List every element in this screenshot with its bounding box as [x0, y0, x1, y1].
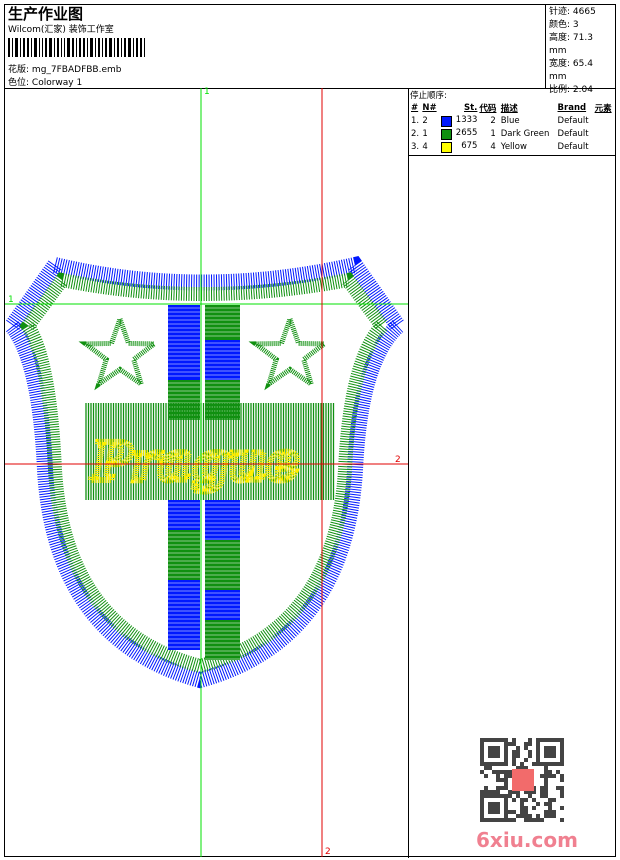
guide-label-green-h: 1: [8, 295, 14, 305]
guide-label-red-h: 2: [395, 455, 401, 465]
cross-stripe: [205, 380, 240, 420]
cross-stripe: [205, 540, 240, 590]
cross-stripe: [205, 305, 240, 340]
guide-label-red-v: 2: [325, 847, 331, 857]
star-right: [248, 311, 332, 391]
watermark-stamp: [512, 769, 534, 791]
cross-stripe: [168, 530, 200, 580]
design-text: Prague: [90, 432, 299, 493]
design-canvas: Prague: [1, 88, 409, 857]
guide-label-green-v: 1: [204, 87, 210, 97]
embroidery-design: Prague: [1, 255, 409, 689]
cross-stripe: [205, 620, 240, 660]
cross-stripe: [205, 500, 240, 540]
watermark-logo: 6xiu.com: [476, 828, 578, 852]
star-left: [78, 311, 162, 391]
cross-stripe: [205, 340, 240, 380]
